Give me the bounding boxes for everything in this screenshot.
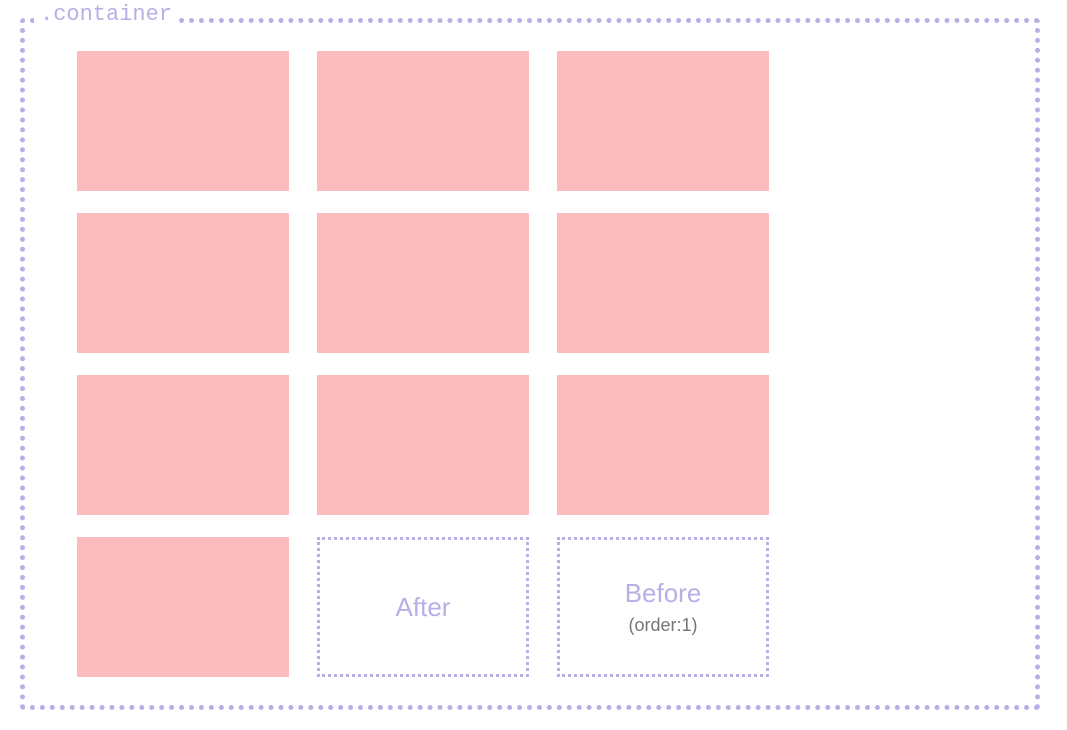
flex-container: After Before (order:1) — [20, 18, 1040, 710]
pseudo-after-title: After — [396, 592, 451, 623]
grid-item — [557, 213, 769, 353]
grid-item — [317, 375, 529, 515]
grid-item — [317, 213, 529, 353]
diagram-root: .container After Before (order:1) — [0, 0, 1067, 730]
grid-item — [77, 537, 289, 677]
pseudo-before: Before (order:1) — [557, 537, 769, 677]
grid-item — [77, 213, 289, 353]
grid-item — [557, 375, 769, 515]
pseudo-after: After — [317, 537, 529, 677]
pseudo-before-subtitle: (order:1) — [628, 615, 697, 636]
grid-item — [317, 51, 529, 191]
grid-item — [557, 51, 769, 191]
grid-item — [77, 375, 289, 515]
pseudo-before-title: Before — [625, 578, 702, 609]
container-label: .container — [34, 2, 178, 27]
grid-item — [77, 51, 289, 191]
